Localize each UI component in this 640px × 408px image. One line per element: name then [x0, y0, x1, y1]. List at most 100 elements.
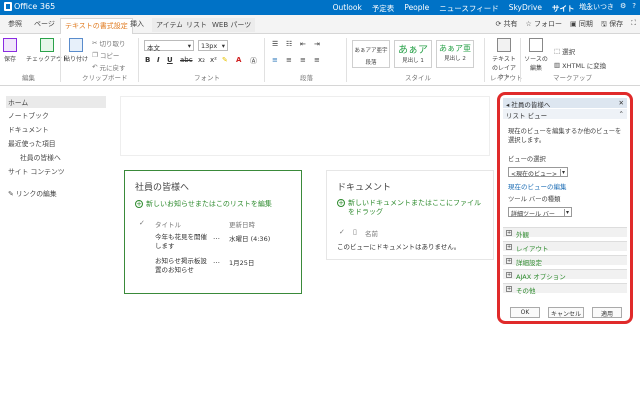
chevron-down-icon: ▾ — [563, 209, 569, 216]
tab-page[interactable]: ページ — [34, 19, 55, 29]
section-layout[interactable]: + レイアウト — [503, 241, 627, 253]
source-edit-button[interactable]: ソースの編集 — [522, 38, 550, 72]
share-button[interactable]: ⟳ 共有 — [495, 19, 517, 31]
column-header-name[interactable]: 名前 — [365, 228, 378, 238]
select-button[interactable]: ⬚ 選択 — [554, 46, 575, 56]
section-misc[interactable]: + その他 — [503, 283, 627, 295]
toolbar-type-label: ツール バーの種類 — [508, 196, 561, 203]
star-icon: ☆ — [525, 20, 535, 28]
superscript-button[interactable]: x² — [210, 56, 217, 64]
cancel-button[interactable]: キャンセル — [548, 307, 584, 318]
content-zone-top[interactable] — [120, 96, 490, 156]
fullscreen-icon[interactable]: ⛶ — [631, 19, 636, 31]
item-menu-button[interactable]: … — [213, 233, 220, 241]
user-name[interactable]: 増永いつき — [579, 2, 614, 12]
style-label: 見出し 2 — [444, 56, 466, 62]
subscript-button[interactable]: x₂ — [198, 56, 205, 64]
toolbar-type-select[interactable]: 詳細ツール バー ▾ — [508, 207, 572, 218]
section-appearance[interactable]: + 外観 — [503, 227, 627, 239]
paragraph-group-label: 段落 — [300, 74, 313, 82]
apply-button[interactable]: 適用 — [592, 307, 622, 318]
align-left-button[interactable]: ≡ — [272, 56, 278, 64]
webpart-title[interactable]: ドキュメント — [337, 180, 391, 193]
xhtml-convert-button[interactable]: ▥ XHTML に変換 — [554, 60, 606, 70]
suite-nav-sites[interactable]: サイト — [552, 3, 575, 14]
suite-nav-newsfeed[interactable]: ニュースフィード — [439, 3, 498, 14]
align-center-button[interactable]: ≡ — [286, 56, 292, 64]
nav-recent[interactable]: 最近使った項目 — [8, 138, 56, 148]
suite-nav-calendar[interactable]: 予定表 — [372, 3, 395, 14]
copy-button[interactable]: ❐ コピー — [92, 50, 119, 60]
tab-format-text[interactable]: テキストの書式設定 — [60, 18, 133, 34]
nav-recent-employees[interactable]: 社員の皆様へ — [20, 152, 61, 162]
list-view-section-header[interactable]: リスト ビュー ⌃ — [503, 109, 627, 120]
section-advanced[interactable]: + 詳細設定 — [503, 255, 627, 267]
list-item-title[interactable]: お知らせ掲示板設置のお知らせ — [155, 257, 207, 275]
edit-current-view-link[interactable]: 現在のビューの編集 — [508, 181, 567, 191]
check-icon[interactable]: ✓ — [339, 228, 345, 236]
list-item-title[interactable]: 今年も花見を開催します — [155, 233, 207, 251]
highlight-color-button[interactable]: ✎ — [222, 56, 228, 64]
nav-documents[interactable]: ドキュメント — [8, 124, 49, 134]
font-name-select[interactable]: 本文 ▾ — [144, 40, 194, 52]
nav-notebook[interactable]: ノートブック — [8, 110, 49, 120]
section-label: その他 — [516, 287, 536, 295]
underline-button[interactable]: U — [167, 56, 173, 64]
follow-button[interactable]: ☆ フォロー — [526, 19, 563, 31]
column-header-title[interactable]: タイトル — [155, 219, 181, 229]
close-icon[interactable]: ✕ — [619, 99, 624, 107]
bold-button[interactable]: B — [145, 56, 150, 64]
style-paragraph[interactable]: あぁアア亜宇 段落 — [352, 40, 390, 68]
font-color-button[interactable]: A — [236, 56, 241, 64]
save-top-button[interactable]: 🖫 保存 — [601, 19, 623, 31]
webpart-title[interactable]: 社員の皆様へ — [135, 180, 189, 193]
save-button[interactable]: 保存 — [3, 38, 17, 63]
nav-site-contents[interactable]: サイト コンテンツ — [8, 166, 65, 176]
suite-nav-skydrive[interactable]: SkyDrive — [509, 3, 542, 14]
check-icon[interactable]: ✓ — [139, 219, 145, 227]
style-heading2[interactable]: あぁア亜 見出し 2 — [436, 40, 474, 68]
copy-icon: ❐ — [92, 51, 98, 59]
indent-button[interactable]: ⇥ — [314, 40, 320, 48]
cut-button[interactable]: ✂ 切り取り — [92, 38, 125, 48]
empty-message: このビューにドキュメントはありません。 — [337, 243, 461, 251]
strikethrough-button[interactable]: abc — [180, 56, 193, 64]
settings-gear-icon[interactable]: ⚙ — [620, 2, 626, 12]
tab-list[interactable]: リスト — [182, 18, 211, 32]
style-heading1[interactable]: あぁア 見出し 1 — [394, 40, 432, 68]
align-right-button[interactable]: ≡ — [300, 56, 306, 64]
clear-format-button[interactable]: Ⓐ — [250, 56, 257, 66]
paste-button[interactable]: 貼り付け — [64, 38, 88, 63]
ok-button[interactable]: OK — [510, 307, 540, 318]
section-label: 外観 — [516, 231, 529, 239]
justify-button[interactable]: ≡ — [314, 56, 320, 64]
edit-group-label: 編集 — [22, 74, 35, 82]
help-icon[interactable]: ? — [632, 2, 636, 12]
checkout-button[interactable]: チェックアウト — [26, 38, 68, 63]
chevron-down-icon: ▾ — [221, 42, 225, 50]
list-item-date: 水曜日 (4:36) — [229, 235, 271, 243]
view-select[interactable]: <現在のビュー> ▾ — [508, 167, 568, 178]
new-announcement-link[interactable]: + 新しいお知らせまたはこのリストを編集 — [135, 199, 272, 209]
share-icon: ⟳ — [495, 20, 504, 28]
new-document-link[interactable]: + 新しいドキュメントまたはここにファイルをドラッグ — [337, 199, 487, 217]
numbering-button[interactable]: ☷ — [286, 40, 292, 48]
tab-browse[interactable]: 参照 — [8, 19, 22, 29]
edit-links-button[interactable]: ✎ リンクの編集 — [8, 188, 57, 198]
office365-logo[interactable]: Office 365 — [4, 2, 55, 11]
outdent-button[interactable]: ⇤ — [300, 40, 306, 48]
tab-web-parts[interactable]: WEB パーツ — [208, 18, 256, 32]
sync-button[interactable]: ▣ 同期 — [570, 19, 593, 31]
section-ajax[interactable]: + AJAX オプション — [503, 269, 627, 281]
italic-button[interactable]: I — [157, 56, 160, 64]
suite-nav-outlook[interactable]: Outlook — [333, 3, 362, 14]
font-size-select[interactable]: 13px ▾ — [198, 40, 228, 51]
undo-button[interactable]: ↶ 元に戻す — [92, 62, 125, 72]
suite-nav-people[interactable]: People — [404, 3, 429, 14]
column-header-modified[interactable]: 更新日時 — [229, 219, 255, 229]
nav-home[interactable]: ホーム — [6, 96, 106, 108]
tab-insert[interactable]: 挿入 — [130, 19, 144, 29]
bullets-button[interactable]: ☰ — [272, 40, 278, 48]
item-menu-button[interactable]: … — [213, 257, 220, 265]
layout-group-label: レイアウト — [490, 74, 523, 82]
